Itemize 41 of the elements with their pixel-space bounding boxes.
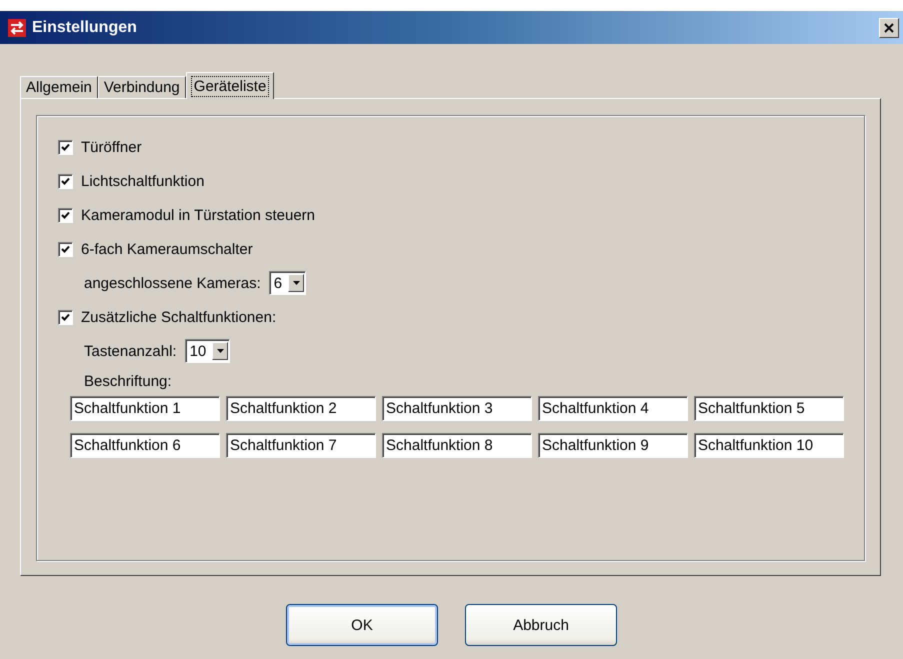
window-title: Einstellungen: [32, 18, 138, 36]
text-field[interactable]: Schaltfunktion 2: [226, 396, 376, 421]
text-field[interactable]: Schaltfunktion 1: [70, 396, 220, 421]
checkbox[interactable]: [58, 310, 73, 324]
checkbox-label[interactable]: Lichtschaltfunktion: [81, 172, 204, 190]
checkbox-label[interactable]: Türöffner: [81, 138, 142, 156]
checkbox[interactable]: [58, 242, 73, 256]
text-field[interactable]: Schaltfunktion 3: [382, 396, 532, 421]
app-logo-icon: [8, 18, 26, 36]
close-button[interactable]: [879, 18, 899, 38]
tab[interactable]: Geräteliste: [186, 72, 274, 99]
text-field[interactable]: Schaltfunktion 10: [694, 433, 844, 458]
checkmark-icon: [61, 244, 70, 254]
field-label: angeschlossene Kameras:: [84, 274, 261, 292]
checkbox[interactable]: [58, 208, 73, 222]
checkmark-icon: [61, 176, 70, 186]
dropdown[interactable]: 6: [268, 271, 306, 295]
dialog-button[interactable]: OK: [286, 604, 438, 646]
close-icon: [884, 22, 894, 32]
dropdown[interactable]: 10: [184, 339, 230, 363]
text-field[interactable]: Schaltfunktion 7: [226, 433, 376, 458]
text-field[interactable]: Schaltfunktion 8: [382, 433, 532, 458]
checkbox[interactable]: [58, 140, 73, 154]
tab[interactable]: Allgemein: [20, 76, 98, 98]
checkbox-label[interactable]: Zusätzliche Schaltfunktionen:: [81, 308, 276, 326]
text-field[interactable]: Schaltfunktion 4: [538, 396, 688, 421]
checkbox[interactable]: [58, 174, 73, 188]
checkmark-icon: [61, 312, 70, 322]
tab[interactable]: Verbindung: [98, 76, 186, 98]
text-field[interactable]: Schaltfunktion 9: [538, 433, 688, 458]
checkbox-label[interactable]: Kameramodul in Türstation steuern: [81, 206, 316, 224]
section-label: Beschriftung:: [84, 372, 172, 390]
dropdown-arrow-icon: [216, 349, 224, 353]
checkbox-label[interactable]: 6-fach Kameraumschalter: [81, 240, 253, 258]
field-label: Tastenanzahl:: [84, 342, 177, 360]
text-field[interactable]: Schaltfunktion 5: [694, 396, 844, 421]
checkmark-icon: [61, 142, 70, 152]
checkmark-icon: [61, 210, 70, 220]
text-field[interactable]: Schaltfunktion 6: [70, 433, 220, 458]
dropdown-arrow-icon: [292, 281, 300, 285]
dialog-button[interactable]: Abbruch: [465, 604, 617, 646]
